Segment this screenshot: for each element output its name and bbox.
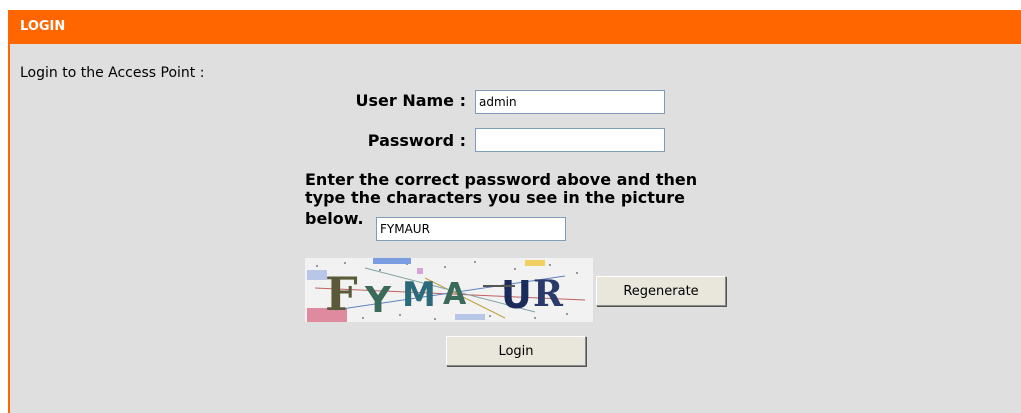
regenerate-button[interactable]: Regenerate — [596, 276, 726, 306]
captcha-char-4: A — [443, 277, 467, 312]
login-panel: LOGIN Login to the Access Point : User N… — [8, 10, 1021, 413]
captcha-char-1: F — [325, 267, 358, 321]
captcha-image: F Y M A U R — [305, 258, 593, 322]
login-button[interactable]: Login — [446, 336, 586, 366]
captcha-input[interactable] — [376, 217, 566, 241]
password-input[interactable] — [475, 128, 665, 152]
captcha-char-5: U — [501, 273, 532, 317]
captcha-char-2: Y — [364, 280, 392, 321]
instruction-line-1: Enter the correct password above and the… — [305, 170, 698, 189]
intro-text: Login to the Access Point : — [20, 65, 205, 81]
password-label: Password : — [367, 131, 466, 150]
username-label: User Name : — [355, 91, 466, 110]
panel-title: LOGIN — [20, 19, 66, 34]
captcha-char-6: R — [533, 273, 564, 315]
instruction-line-2: type the characters you see in the pictu… — [305, 188, 686, 207]
captcha-char-3: M — [402, 275, 436, 315]
panel-header: LOGIN — [10, 10, 1021, 44]
username-input[interactable] — [475, 90, 665, 114]
